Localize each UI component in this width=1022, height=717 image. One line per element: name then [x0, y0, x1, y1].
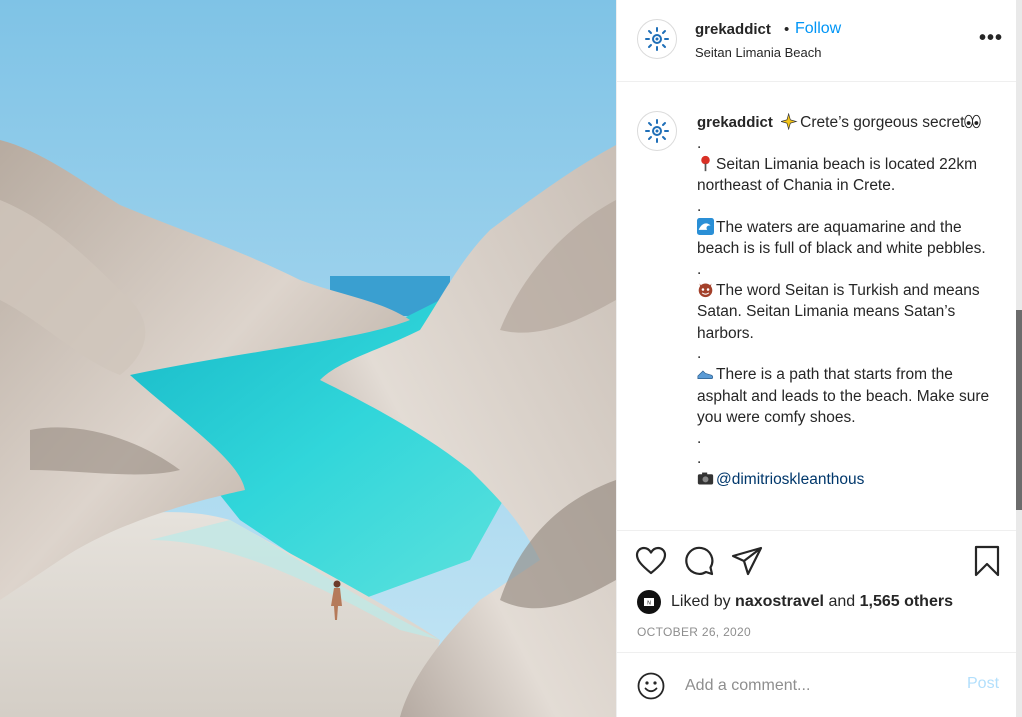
paper-plane-icon[interactable] — [731, 545, 763, 577]
location-link[interactable]: Seitan Limania Beach — [695, 45, 821, 60]
likes-prefix: Liked by — [671, 593, 731, 610]
speech-bubble-icon[interactable] — [683, 545, 715, 577]
comment-input[interactable] — [685, 673, 955, 699]
username-link[interactable]: grekaddict — [695, 21, 771, 38]
naxos-logo-icon: N — [644, 598, 654, 607]
post-date[interactable]: OCTOBER 26, 2020 — [637, 625, 751, 639]
caption-dot: . — [697, 345, 702, 362]
bookmark-icon[interactable] — [971, 545, 1003, 577]
caption-paragraph-2: The waters are aquamarine and the beach … — [697, 218, 986, 258]
heart-icon[interactable] — [635, 545, 667, 577]
wave-icon — [697, 217, 714, 235]
caption-username[interactable]: grekaddict — [697, 114, 773, 131]
likes-count-link[interactable]: 1,565 others — [860, 593, 953, 611]
separator-dot: • — [784, 21, 790, 38]
avatar[interactable] — [637, 19, 677, 59]
svg-text:N: N — [647, 601, 651, 607]
caption-dot: . — [697, 449, 702, 467]
caption-avatar[interactable] — [637, 111, 677, 151]
background-page-fragment — [1016, 310, 1022, 510]
caption-dot: . — [697, 429, 702, 447]
smiley-icon[interactable] — [637, 672, 665, 700]
likes-summary: N Liked by naxostravel and 1,565 others — [637, 589, 953, 615]
more-options-icon[interactable]: ••• — [979, 28, 1003, 48]
sun-logo-icon — [645, 119, 669, 143]
post-photo[interactable] — [0, 0, 616, 717]
caption-title: Crete’s gorgeous secret — [800, 114, 965, 131]
caption-area: grekaddict Crete’s gorgeous secret . Sei… — [617, 83, 1017, 530]
liker-avatar[interactable]: N — [637, 590, 661, 614]
caption-dot: . — [697, 260, 702, 278]
post-panel: grekaddict • Follow Seitan Limania Beach… — [616, 0, 1022, 717]
caption-text: grekaddict Crete’s gorgeous secret . Sei… — [697, 112, 997, 490]
caption-dot: . — [697, 134, 702, 152]
credit-mention-link[interactable]: @dimitrioskleanthous — [716, 471, 864, 488]
post-comment-button[interactable]: Post — [967, 675, 999, 693]
caption-paragraph-1: Seitan Limania beach is located 22km nor… — [697, 155, 978, 195]
liker-username-link[interactable]: naxostravel — [735, 593, 824, 611]
sneaker-icon — [697, 370, 714, 379]
caption-paragraph-4: There is a path that starts from the asp… — [697, 366, 990, 426]
camera-icon — [697, 472, 714, 484]
caption-dot: . — [697, 197, 702, 215]
sun-logo-icon — [645, 27, 669, 51]
pin-icon — [701, 155, 710, 171]
comment-bar: Post — [617, 652, 1017, 717]
follow-button[interactable]: Follow — [795, 20, 841, 38]
beach-cove-image — [0, 0, 616, 717]
sparkles-icon — [781, 113, 798, 130]
devil-icon — [698, 283, 713, 297]
caption-paragraph-3: The word Seitan is Turkish and means Sat… — [697, 281, 980, 342]
eyes-icon — [964, 114, 982, 129]
likes-and: and — [828, 593, 856, 610]
post-header: grekaddict • Follow Seitan Limania Beach… — [617, 0, 1017, 82]
background-page-edge — [1016, 0, 1022, 717]
action-bar: N Liked by naxostravel and 1,565 others … — [617, 530, 1017, 650]
